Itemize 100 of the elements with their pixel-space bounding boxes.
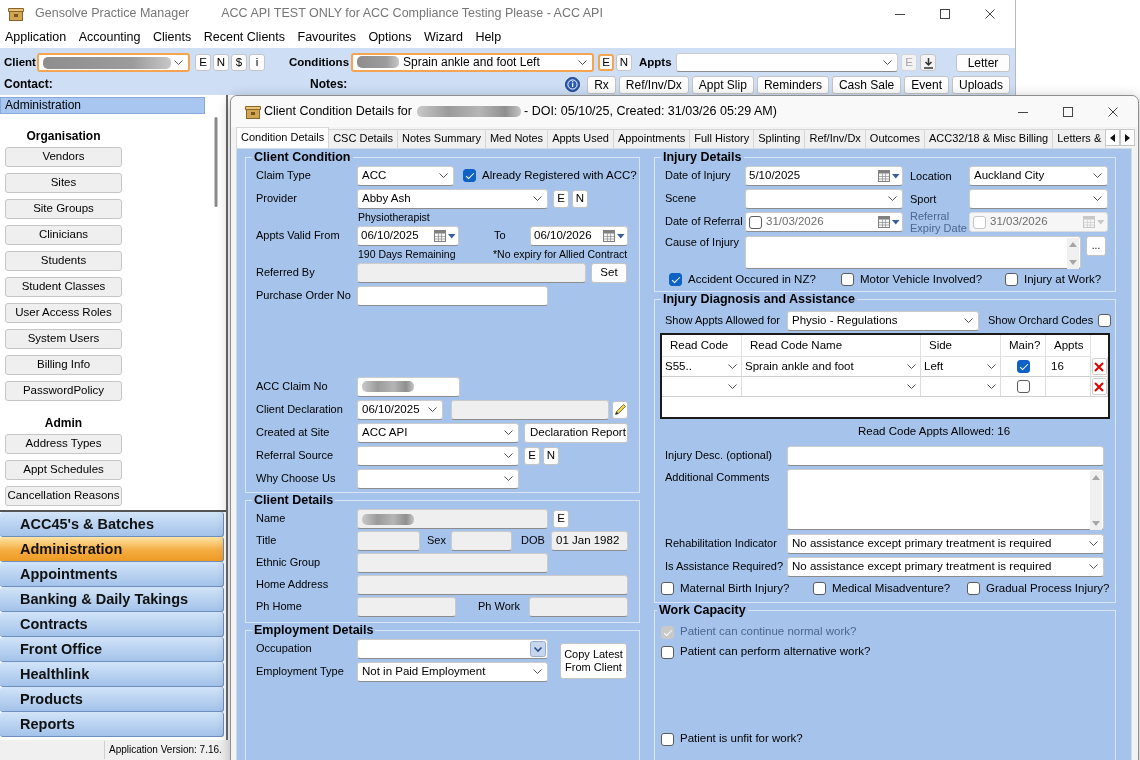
nav-section-button[interactable]: Contracts (0, 612, 224, 637)
copy-from-client-button[interactable]: Copy Latest From Client (560, 643, 627, 679)
sidebar-button[interactable]: Clinicians (5, 225, 122, 245)
sidebar-button[interactable]: Address Types (5, 434, 122, 454)
close-icon[interactable] (984, 8, 995, 19)
nav-section-button[interactable]: ACC45's & Batches (0, 512, 224, 537)
sidebar-button[interactable]: Cancellation Reasons (5, 486, 122, 506)
tab[interactable]: Letters & (1052, 129, 1107, 148)
sidebar-button[interactable]: Vendors (5, 147, 122, 167)
close-icon[interactable] (1107, 106, 1118, 117)
checkbox[interactable] (463, 169, 476, 182)
menu-item[interactable]: Recent Clients (203, 30, 286, 45)
date-of-injury-date-picker[interactable]: 5/10/2025 (745, 165, 903, 186)
conditions-dropdown[interactable]: Sprain ankle and foot Left (351, 53, 594, 72)
date-of-referral-date-picker[interactable]: 31/03/2026 (745, 212, 903, 232)
menu-item[interactable]: Help (475, 30, 502, 45)
scrollbar[interactable] (213, 117, 219, 207)
toolbar-button[interactable]: Uploads (951, 75, 1010, 94)
checkbox[interactable] (967, 582, 980, 596)
sidebar-button[interactable]: System Users (5, 329, 122, 349)
scrollbar[interactable] (1090, 471, 1102, 530)
info-icon[interactable] (565, 77, 581, 92)
toolbar-button[interactable]: Ref/Inv/Dx (618, 75, 689, 94)
purchase-order-field[interactable] (357, 285, 548, 306)
checkbox[interactable] (1016, 380, 1030, 393)
created-at-site-dropdown[interactable]: ACC API (357, 422, 519, 443)
sex-field[interactable] (451, 531, 512, 551)
cause-of-injury-text-area[interactable] (745, 236, 1081, 269)
menu-item[interactable]: Application (5, 30, 67, 45)
new-button[interactable]: N (213, 54, 229, 71)
delete-button[interactable] (1091, 358, 1107, 375)
show-appts-for-dropdown[interactable]: Physio - Regulations (787, 310, 979, 331)
ellipsis-button[interactable]: ... (1086, 236, 1106, 256)
edit-button[interactable]: E (524, 446, 540, 465)
dollar-button[interactable]: $ (231, 54, 247, 71)
sidebar-button[interactable]: Sites (5, 173, 122, 193)
checkbox[interactable] (661, 582, 674, 596)
checkbox[interactable] (661, 645, 674, 659)
toolbar-button[interactable]: Reminders (756, 75, 829, 94)
checkbox[interactable] (841, 273, 854, 287)
sidebar-button[interactable]: Site Groups (5, 199, 122, 219)
claim-type-dropdown[interactable]: ACC (357, 165, 454, 186)
appts-valid-to-date-picker[interactable]: 06/10/2026 (530, 225, 628, 246)
toolbar-button[interactable]: Event (904, 75, 949, 94)
new-button[interactable]: N (616, 54, 632, 71)
maximize-icon[interactable] (939, 8, 950, 19)
sidebar-button[interactable]: User Access Roles (5, 303, 122, 323)
delete-button[interactable] (1091, 378, 1107, 395)
menu-item[interactable]: Clients (153, 30, 192, 45)
sidebar-button[interactable]: Student Classes (5, 277, 122, 297)
edit-button[interactable]: E (195, 54, 211, 71)
edit-button[interactable]: E (553, 510, 569, 528)
title-field[interactable] (357, 531, 420, 551)
provider-dropdown[interactable]: Abby Ash (357, 188, 548, 209)
referred-by-field[interactable] (357, 262, 586, 283)
nav-section-button[interactable]: Healthlink (0, 662, 224, 687)
set-button[interactable]: Set (591, 262, 627, 283)
location-dropdown[interactable]: Auckland City (969, 165, 1108, 186)
edit-button[interactable]: E (553, 189, 569, 208)
home-address-field[interactable] (357, 575, 628, 595)
checkbox[interactable] (1016, 360, 1030, 373)
edit-button[interactable]: E (598, 54, 614, 71)
name-field[interactable] (357, 509, 548, 529)
download-button[interactable] (920, 54, 936, 71)
tab[interactable]: Condition Details (236, 127, 330, 148)
read-code-name-dropdown[interactable]: Sprain ankle and foot (742, 357, 921, 377)
appts-dropdown[interactable] (676, 53, 898, 72)
checkbox[interactable] (1098, 314, 1111, 327)
checkbox[interactable] (661, 732, 674, 746)
acc-claim-no-field[interactable] (357, 376, 460, 397)
readonly-field[interactable] (451, 399, 609, 420)
sidebar-button[interactable]: Appt Schedules (5, 460, 122, 480)
why-choose-us-dropdown[interactable] (357, 468, 519, 489)
side-dropdown[interactable]: Left (921, 357, 1001, 377)
checkbox[interactable] (1005, 273, 1018, 287)
nav-section-button[interactable]: Reports (0, 712, 224, 737)
checkbox[interactable] (813, 582, 826, 596)
ethnic-group-field[interactable] (357, 553, 548, 573)
occupation-dropdown[interactable] (357, 638, 548, 659)
scene-dropdown[interactable] (745, 188, 903, 209)
toolbar-button[interactable]: Cash Sale (831, 75, 902, 94)
appts-valid-from-date-picker[interactable]: 06/10/2025 (357, 225, 459, 246)
sidebar-button[interactable]: PasswordPolicy (5, 381, 122, 401)
client-declaration-dropdown[interactable]: 06/10/2025 (357, 399, 443, 420)
employment-type-dropdown[interactable]: Not in Paid Employment (357, 661, 548, 682)
info-button[interactable]: i (249, 54, 265, 71)
nav-section-button[interactable]: Administration (0, 537, 224, 562)
read-code-dropdown[interactable]: S55.. (662, 357, 742, 377)
new-button[interactable]: N (543, 446, 559, 465)
sidebar-button[interactable]: Students (5, 251, 122, 271)
sidebar-button[interactable]: Billing Info (5, 355, 122, 375)
nav-section-button[interactable]: Banking & Daily Takings (0, 587, 224, 612)
declaration-report-button[interactable]: Declaration Report (524, 422, 628, 443)
referral-source-dropdown[interactable] (357, 445, 519, 466)
nav-section-button[interactable]: Appointments (0, 562, 224, 587)
client-dropdown[interactable] (37, 53, 190, 72)
scrollbar[interactable] (1067, 238, 1079, 269)
nav-section-button[interactable]: Front Office (0, 637, 224, 662)
nav-section-button[interactable]: Products (0, 687, 224, 712)
checkbox[interactable] (749, 215, 762, 229)
